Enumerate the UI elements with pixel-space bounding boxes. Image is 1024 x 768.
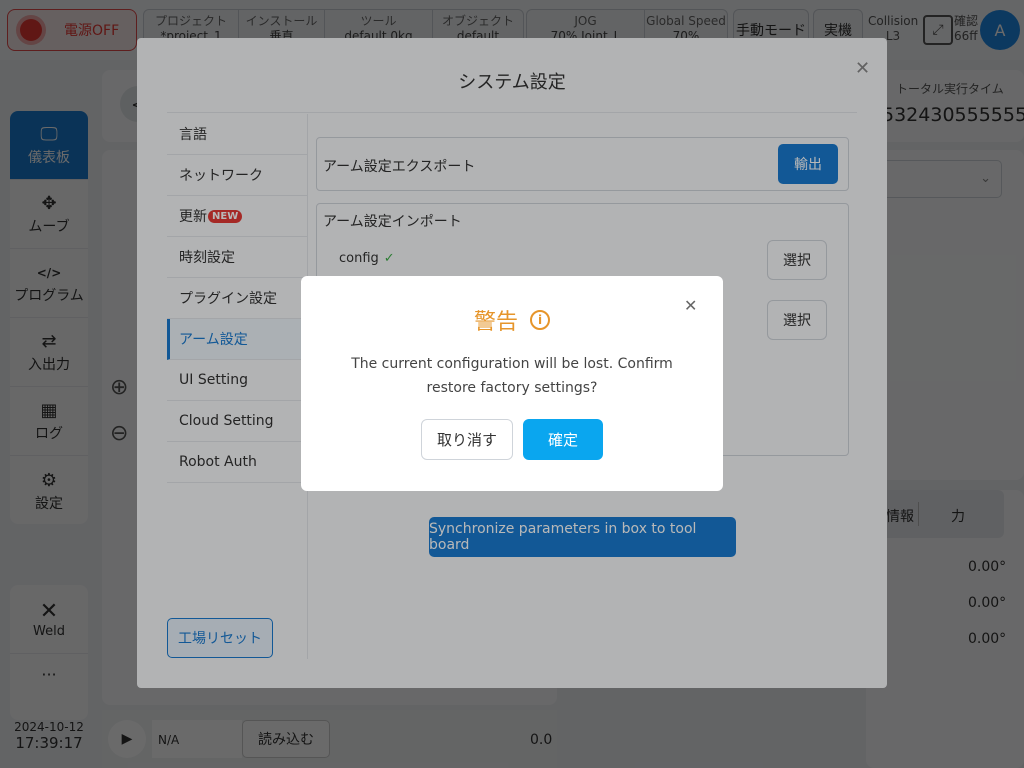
warning-dialog: 警告 i ✕ The current configuration will be… (301, 276, 723, 491)
confirm-button[interactable]: 確定 (523, 419, 603, 460)
close-icon[interactable]: ✕ (684, 296, 697, 315)
cancel-button[interactable]: 取り消す (421, 419, 513, 460)
info-icon: i (530, 310, 550, 330)
warning-message: The current configuration will be lost. … (351, 356, 673, 396)
warning-title: 警告 i (301, 304, 723, 336)
warning-title-text: 警告 (473, 310, 518, 335)
